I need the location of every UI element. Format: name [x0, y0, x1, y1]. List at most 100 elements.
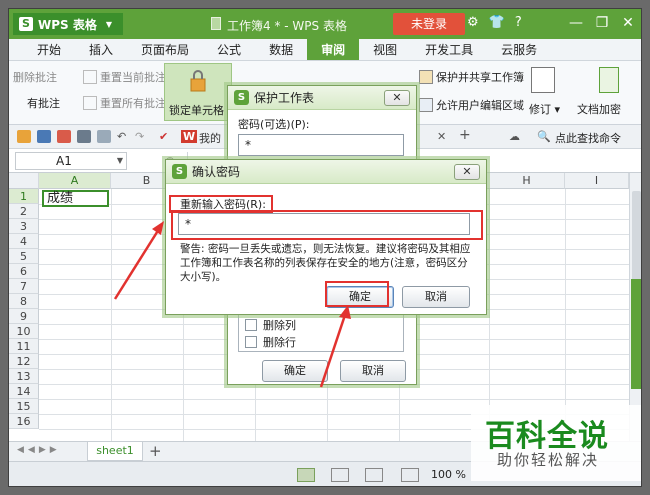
login-button[interactable]: 未登录: [393, 13, 465, 35]
minimize-button[interactable]: —: [563, 9, 589, 39]
revise-button[interactable]: 修订 ▾: [529, 101, 560, 117]
protect-cancel-button[interactable]: 取消: [340, 360, 406, 382]
password-warning-text: 警告: 密码一旦丢失或遗忘，则无法恢复。建议将密码及其相应工作簿和工作表名称的列…: [180, 243, 471, 283]
highlight-ok-button: [325, 281, 389, 307]
row-header-1[interactable]: 1: [9, 189, 39, 204]
close-tab-icon[interactable]: ✕: [437, 130, 446, 143]
tab-formulas[interactable]: 公式: [203, 39, 255, 60]
confirm-dialog-close-button[interactable]: ✕: [454, 164, 480, 180]
cloud-icon[interactable]: ☁: [509, 130, 520, 143]
row-header-5[interactable]: 5: [9, 249, 39, 264]
search-icon[interactable]: 🔍: [537, 130, 551, 143]
print-preview-icon[interactable]: [97, 130, 111, 143]
my-docs-label[interactable]: 我的: [199, 130, 221, 146]
comment-icon: [83, 96, 97, 110]
tab-cloud[interactable]: 云服务: [487, 39, 551, 60]
side-panel-handle[interactable]: [631, 279, 641, 389]
row-header-9[interactable]: 9: [9, 309, 39, 324]
row-header-14[interactable]: 14: [9, 384, 39, 399]
row-header-4[interactable]: 4: [9, 234, 39, 249]
delete-rows-checkbox[interactable]: [245, 336, 257, 348]
comment-icon: [83, 70, 97, 84]
reset-current-comment-button[interactable]: 重置当前批注: [83, 69, 166, 85]
chevron-down-icon: ▼: [116, 156, 123, 165]
undo-icon[interactable]: ↶: [117, 130, 126, 143]
tab-view[interactable]: 视图: [359, 39, 411, 60]
lock-icon: [190, 70, 206, 92]
reading-mode-icon[interactable]: [401, 468, 419, 482]
protect-dialog-close-button[interactable]: ✕: [384, 90, 410, 106]
reset-all-comments-button[interactable]: 重置所有批注: [83, 95, 166, 111]
zoom-level[interactable]: 100 %: [431, 468, 466, 481]
tab-home[interactable]: 开始: [23, 39, 75, 60]
confirm-cancel-button[interactable]: 取消: [402, 286, 470, 308]
delete-columns-checkbox[interactable]: [245, 319, 257, 331]
protect-dialog-title: 保护工作表: [254, 91, 315, 105]
row-header-7[interactable]: 7: [9, 279, 39, 294]
row-header-13[interactable]: 13: [9, 369, 39, 384]
protect-share-button[interactable]: 保护并共享工作簿: [419, 69, 524, 85]
allow-edit-ranges-button[interactable]: 允许用户编辑区域: [419, 97, 524, 113]
row-header-15[interactable]: 15: [9, 399, 39, 414]
chevron-down-icon: ▼: [105, 19, 113, 29]
open-folder-icon[interactable]: [17, 130, 31, 143]
protect-password-input[interactable]: *: [238, 134, 404, 156]
app-menu-button[interactable]: S WPS 表格 ▼: [13, 13, 123, 35]
doc-encrypt-button[interactable]: 文档加密: [577, 101, 621, 117]
select-all-corner[interactable]: [9, 173, 39, 189]
row-header-8[interactable]: 8: [9, 294, 39, 309]
row-header-3[interactable]: 3: [9, 219, 39, 234]
permissions-list[interactable]: 删除列 删除行: [238, 312, 404, 352]
skin-icon[interactable]: ⚙: [467, 15, 479, 30]
close-button[interactable]: ✕: [615, 9, 641, 39]
row-header-6[interactable]: 6: [9, 264, 39, 279]
wps-logo-icon: S: [19, 17, 33, 31]
tab-review[interactable]: 审阅: [307, 39, 360, 60]
column-header-i[interactable]: I: [565, 173, 629, 189]
add-sheet-icon[interactable]: +: [149, 442, 162, 460]
row-header-10[interactable]: 10: [9, 324, 39, 339]
cell-a1[interactable]: 成绩: [42, 190, 109, 207]
page-view-icon[interactable]: [331, 468, 349, 482]
normal-view-icon[interactable]: [297, 468, 315, 482]
column-header-h[interactable]: H: [489, 173, 565, 189]
column-header-a[interactable]: A: [39, 173, 111, 189]
wps-w-icon: W: [181, 130, 198, 143]
row-header-11[interactable]: 11: [9, 339, 39, 354]
page-break-view-icon[interactable]: [365, 468, 383, 482]
command-search[interactable]: 点此查找命令: [555, 130, 621, 146]
tab-page-layout[interactable]: 页面布局: [127, 39, 203, 60]
row-header-2[interactable]: 2: [9, 204, 39, 219]
password-optional-label: 密码(可选)(P):: [238, 118, 310, 131]
delete-comment-button[interactable]: 删除批注: [13, 69, 57, 85]
row-header-12[interactable]: 12: [9, 354, 39, 369]
shirt-icon[interactable]: 👕: [489, 15, 505, 30]
watermark-subtitle: 助你轻松解决: [497, 451, 600, 469]
highlight-password-field: [171, 210, 483, 240]
format-painter-icon[interactable]: ✔: [159, 130, 168, 143]
export-pdf-icon[interactable]: [57, 130, 71, 143]
tab-insert[interactable]: 插入: [75, 39, 127, 60]
wps-window: S WPS 表格 ▼ 工作簿4 * - WPS 表格 未登录 ⚙ 👕 ? — ❐…: [8, 8, 642, 487]
document-title: 工作簿4 * - WPS 表格: [227, 19, 347, 33]
lock-cell-button[interactable]: 锁定单元格: [164, 63, 232, 121]
delete-rows-label: 删除行: [263, 336, 296, 349]
sheet-nav-arrows[interactable]: ◀◀▶▶: [17, 445, 61, 455]
print-icon[interactable]: [77, 130, 91, 143]
document-icon: [211, 17, 221, 30]
app-name: WPS 表格: [38, 17, 97, 32]
help-icon[interactable]: ?: [515, 15, 522, 30]
new-tab-icon[interactable]: +: [459, 127, 471, 143]
redo-icon[interactable]: ↷: [135, 130, 144, 143]
tab-developer[interactable]: 开发工具: [411, 39, 487, 60]
protect-ok-button[interactable]: 确定: [262, 360, 328, 382]
save-icon[interactable]: [37, 130, 51, 143]
sheet-tab-sheet1[interactable]: sheet1: [87, 442, 143, 461]
revise-icon: [531, 67, 555, 93]
row-header-16[interactable]: 16: [9, 414, 39, 429]
maximize-button[interactable]: ❐: [589, 9, 615, 39]
ribbon-tabs: 开始 插入 页面布局 公式 数据 审阅 视图 开发工具 云服务: [9, 39, 641, 61]
name-box[interactable]: A1 ▼: [15, 152, 127, 170]
comments-button[interactable]: 有批注: [27, 95, 60, 111]
tab-data[interactable]: 数据: [255, 39, 307, 60]
